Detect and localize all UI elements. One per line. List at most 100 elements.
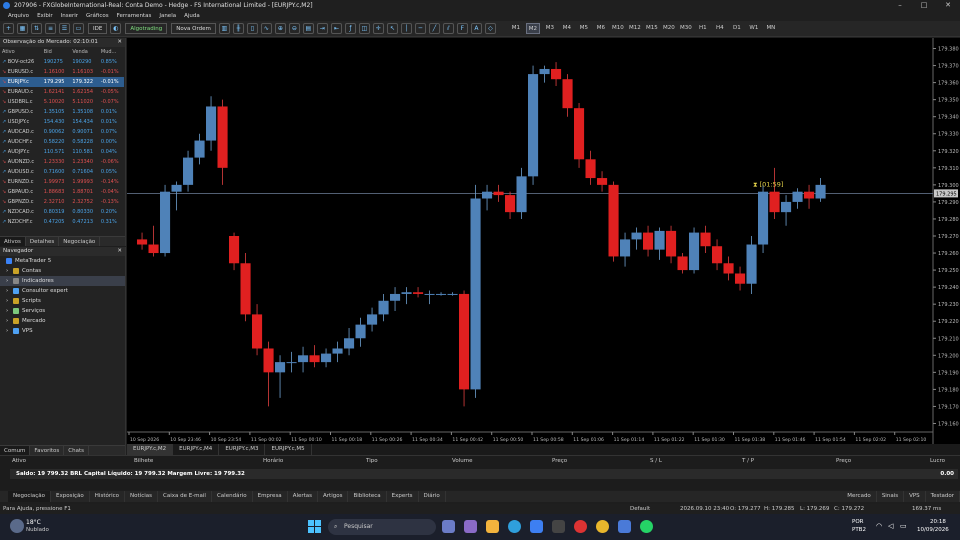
col-profit[interactable]: Lucro (930, 458, 945, 467)
weather-text[interactable]: Nublado (26, 527, 49, 533)
market-watch-row[interactable]: ↗ NZDCHF.c 0.47205 0.47213 0.31% (0, 217, 124, 227)
mail-icon[interactable] (530, 520, 543, 533)
expand-chevron-icon[interactable]: › (6, 326, 11, 336)
symbol-cell[interactable]: ↘ EURUSD.c (0, 67, 42, 77)
close-window-button[interactable]: ✕ (936, 0, 960, 11)
new-chart-icon[interactable]: + (3, 23, 14, 34)
keyboard-layout[interactable]: PTB2 (852, 527, 866, 533)
symbol-cell[interactable]: ↗ NZDCAD.c (0, 207, 42, 217)
symbol-cell[interactable]: ↗ AUDJPY.c (0, 147, 42, 157)
clock-date[interactable]: 10/09/2026 (917, 527, 949, 533)
tab-calendar[interactable]: Calendário (212, 491, 253, 502)
expand-chevron-icon[interactable]: › (6, 286, 11, 296)
menu-file[interactable]: Arquivo (8, 13, 29, 19)
col-symbol[interactable]: Ativo (0, 47, 42, 57)
close-panel-icon[interactable]: ✕ (117, 38, 122, 47)
tab-journal[interactable]: Diário (419, 491, 446, 502)
market-watch-row[interactable]: ↗ BOV-oct26 190275 190290 0.85% (0, 57, 124, 67)
tab-details[interactable]: Detalhes (26, 237, 60, 246)
market-watch-row[interactable]: ↗ AUDCAD.c 0.90062 0.90071 0.07% (0, 127, 124, 137)
nav-item-serviços[interactable]: › Serviços (0, 306, 125, 316)
nav-item-contas[interactable]: › Contas (0, 266, 125, 276)
timeframe-m4[interactable]: M4 (560, 23, 574, 34)
price-chart[interactable]: 179.380 179.370 179.360 179.350 179.340 179.3… (127, 38, 960, 444)
market-watch-row[interactable]: ↗ GBPUSD.c 1.35105 1.35108 0.01% (0, 107, 124, 117)
tab-company[interactable]: Empresa (253, 491, 288, 502)
symbol-cell[interactable]: ↗ AUDCAD.c (0, 127, 42, 137)
bar-chart-icon[interactable]: ╫ (232, 23, 244, 34)
market-watch-row[interactable]: ↗ AUDJPY.c 110.571 110.581 0.04% (0, 147, 124, 157)
market-watch-row[interactable]: ↗ AUDCHF.c 0.58220 0.58228 0.00% (0, 137, 124, 147)
wifi-icon[interactable]: ◠ (876, 522, 882, 530)
market-watch-row[interactable]: ↘ EURNZD.c 1.99973 1.99993 -0.14% (0, 177, 124, 187)
col-tp[interactable]: T / P (742, 458, 754, 467)
expand-chevron-icon[interactable]: › (6, 266, 11, 276)
depth-of-market-icon[interactable]: ▥ (218, 23, 230, 34)
tab-vps[interactable]: VPS (904, 491, 926, 502)
nav-item-indicadores[interactable]: › Indicadores (0, 276, 125, 286)
market-watch-row[interactable]: ↘ GBPNZD.c 2.32710 2.32752 -0.13% (0, 197, 124, 207)
symbol-cell[interactable]: ↘ GBPAUD.c (0, 187, 42, 197)
vertical-line-icon[interactable]: │ (400, 23, 412, 34)
chrome-icon[interactable] (596, 520, 609, 533)
symbol-cell[interactable]: ↘ EURAUD.c (0, 87, 42, 97)
tab-common[interactable]: Comum (0, 446, 31, 455)
tab-exposure[interactable]: Exposição (51, 491, 90, 502)
market-watch-row[interactable]: ↘ EURJPY.c 179.295 179.322 -0.01% (0, 77, 124, 87)
cursor-icon[interactable]: ↖ (386, 23, 398, 34)
symbol-cell[interactable]: ↗ AUDCHF.c (0, 137, 42, 147)
market-watch-row[interactable]: ↘ AUDNZD.c 1.23330 1.23340 -0.06% (0, 157, 124, 167)
tab-mailbox[interactable]: Caixa de E-mail (158, 491, 212, 502)
new-order-button[interactable]: Nova Ordem (171, 23, 216, 34)
templates-icon[interactable]: ◫ (358, 23, 370, 34)
algotrading-button[interactable]: Algotrading (125, 23, 168, 34)
timeframe-m20[interactable]: M20 (662, 23, 676, 34)
tab-market[interactable]: Mercado (842, 491, 877, 502)
store-icon[interactable] (552, 520, 565, 533)
navigator-icon[interactable]: ☰ (59, 23, 70, 34)
col-time[interactable]: Horário (263, 458, 283, 467)
timeframe-m3[interactable]: M3 (543, 23, 557, 34)
language-indicator[interactable]: POR (852, 519, 863, 525)
market-watch-row[interactable]: ↗ USDJPY.c 154.430 154.434 0.01% (0, 117, 124, 127)
chart-tab-m3[interactable]: EURJPY.c,M3 (219, 444, 266, 455)
profiles-icon[interactable]: ▦ (17, 23, 28, 34)
close-navigator-icon[interactable]: ✕ (117, 247, 122, 256)
menu-insert[interactable]: Inserir (61, 13, 78, 19)
tab-signals[interactable]: Sinais (877, 491, 905, 502)
menu-view[interactable]: Exibir (37, 13, 53, 19)
symbol-cell[interactable]: ↗ AUDUSD.c (0, 167, 42, 177)
taskbar-search[interactable]: ⌕ Pesquisar (328, 519, 436, 535)
col-price[interactable]: Preço (552, 458, 567, 467)
data-window-icon[interactable]: ≡ (45, 23, 56, 34)
col-ticket[interactable]: Bilhete (134, 458, 153, 467)
symbol-cell[interactable]: ↘ GBPNZD.c (0, 197, 42, 207)
tab-chats[interactable]: Chats (64, 446, 89, 455)
tab-favorites[interactable]: Favoritos (30, 446, 65, 455)
channel-icon[interactable]: ⫽ (442, 23, 454, 34)
clock-time[interactable]: 20:18 (930, 519, 946, 525)
symbol-cell[interactable]: ↘ EURJPY.c (0, 77, 42, 87)
col-ativo[interactable]: Ativo (12, 458, 26, 467)
market-watch-row[interactable]: ↘ EURAUD.c 1.62141 1.62154 -0.05% (0, 87, 124, 97)
timeframe-m5[interactable]: M5 (577, 23, 591, 34)
widgets-icon[interactable] (464, 520, 477, 533)
tab-symbols[interactable]: Ativos (0, 237, 26, 246)
market-watch-row[interactable]: ↘ GBPAUD.c 1.88683 1.88701 -0.04% (0, 187, 124, 197)
col-type[interactable]: Tipo (366, 458, 378, 467)
whatsapp-icon[interactable] (640, 520, 653, 533)
timeframe-m10[interactable]: M10 (611, 23, 625, 34)
profile-name[interactable]: Default (630, 504, 650, 514)
market-watch-row[interactable]: ↘ EURUSD.c 1.16100 1.16103 -0.01% (0, 67, 124, 77)
terminal-icon[interactable]: ▭ (73, 23, 84, 34)
shapes-icon[interactable]: ◇ (484, 23, 496, 34)
maximize-button[interactable]: □ (912, 0, 936, 11)
timeframe-m15[interactable]: M15 (645, 23, 659, 34)
market-watch-row[interactable]: ↗ AUDUSD.c 0.71600 0.71604 0.05% (0, 167, 124, 177)
tile-windows-icon[interactable]: ▤ (302, 23, 314, 34)
ide-button[interactable]: IDE (88, 23, 108, 34)
col-ask[interactable]: Venda (70, 47, 99, 57)
tab-alerts[interactable]: Alertas (288, 491, 319, 502)
weather-temp[interactable]: 18°C (26, 519, 41, 526)
timeframe-d1[interactable]: D1 (730, 23, 744, 34)
